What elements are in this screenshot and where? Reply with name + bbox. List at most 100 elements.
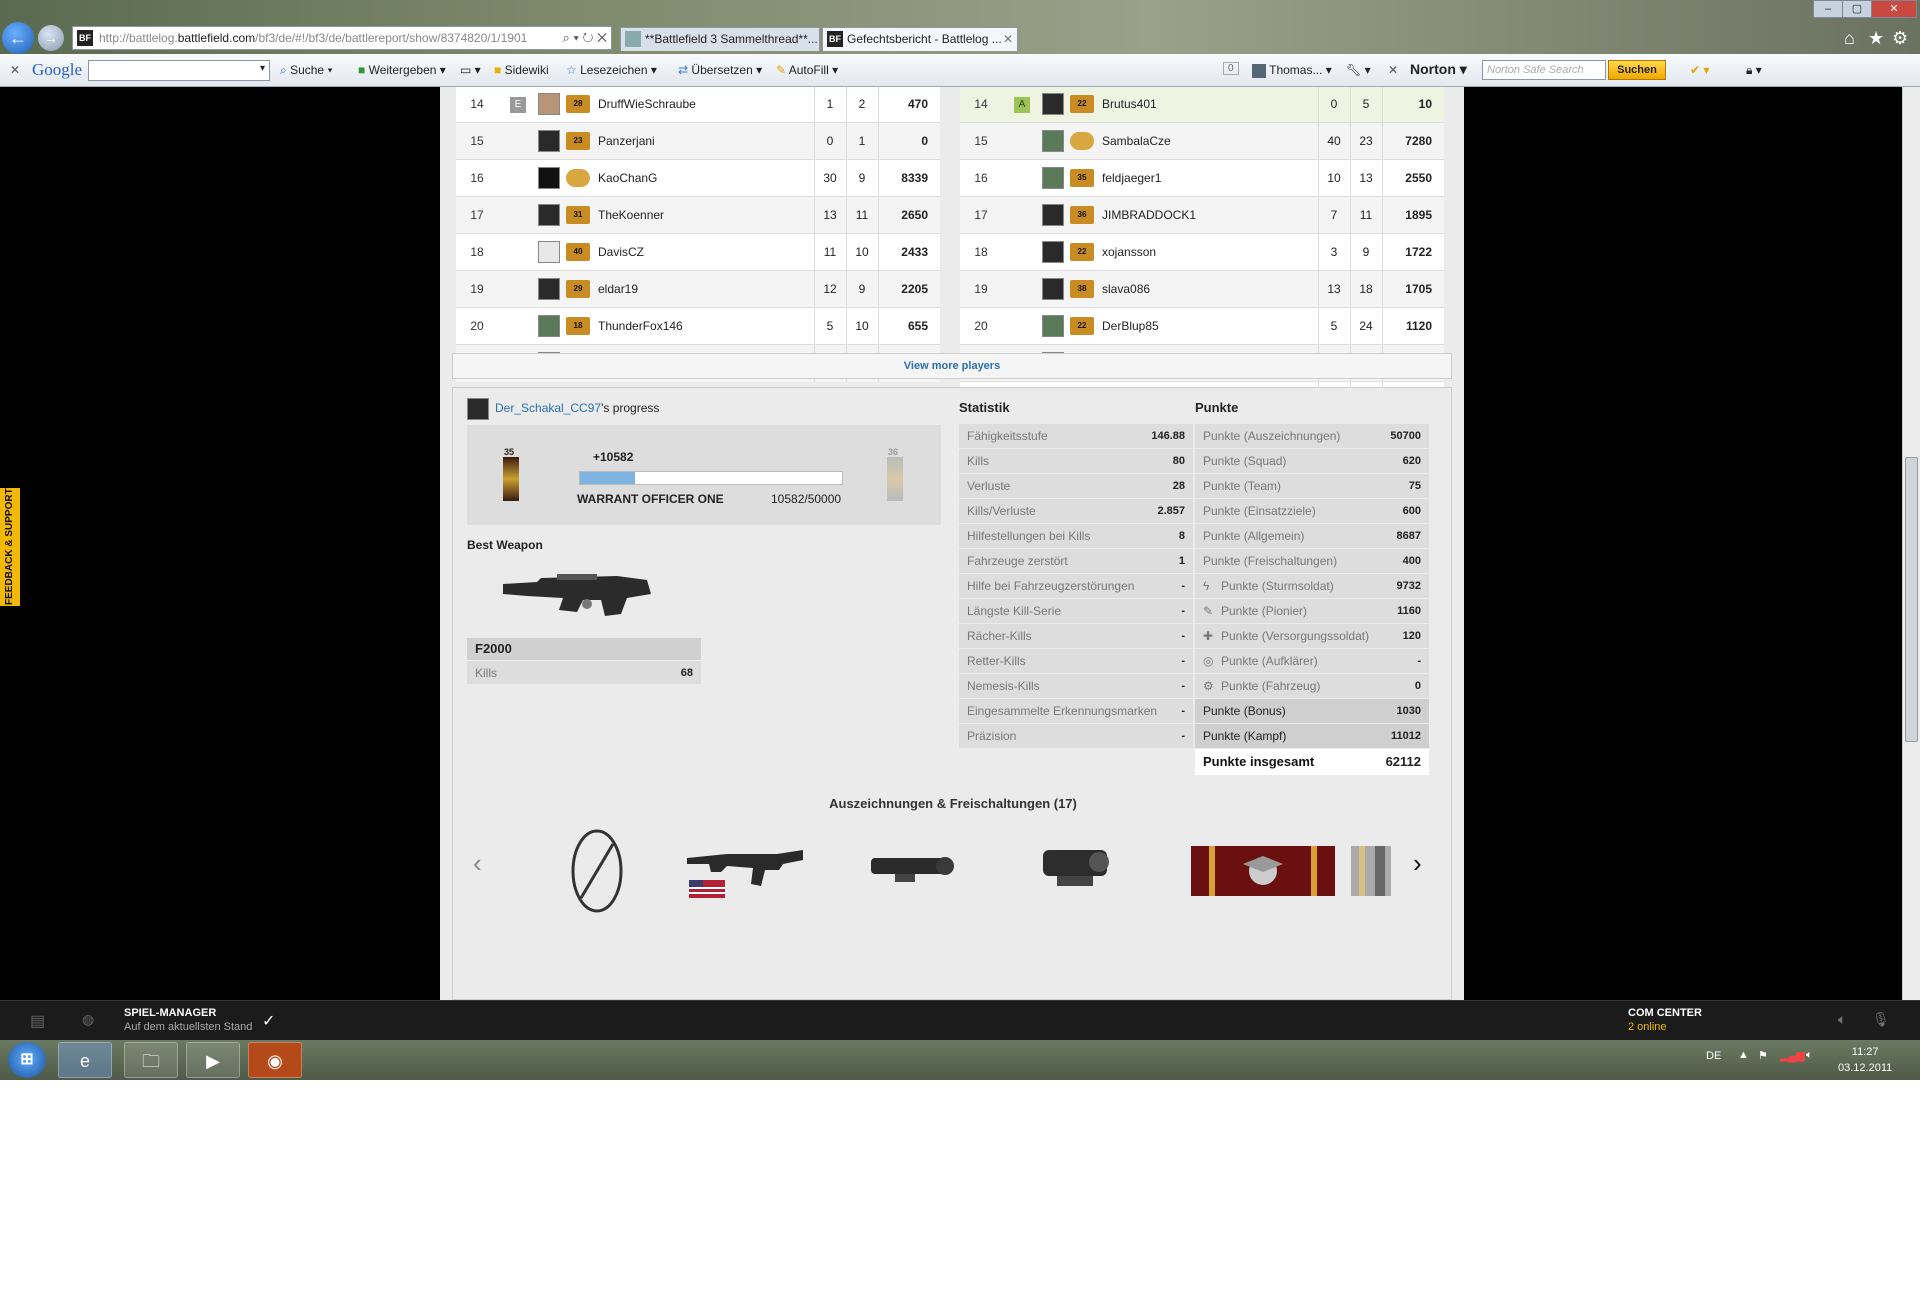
player-name-link[interactable]: Der_Schakal_CC97 [495,401,601,415]
player-score: 470 [877,87,940,123]
player-score: 2650 [877,196,940,234]
gamebar-globe-icon[interactable]: ◍ [82,1011,94,1028]
suchen-button[interactable]: Suchen [1608,60,1666,80]
sidewiki-button[interactable]: ■ Sidewiki [494,63,549,77]
player-name[interactable]: slava086 [1100,270,1318,308]
player-name[interactable]: ThunderFox146 [596,307,814,345]
tray-flag-icon[interactable]: ⚑ [1758,1049,1768,1062]
keyboard-button[interactable]: ▭ ▾ [460,63,481,77]
player-row[interactable]: 16 KaoChanG 30 9 8339 [456,159,940,197]
player-name[interactable]: KaoChanG [596,159,814,197]
com-center-title[interactable]: COM CENTER [1628,1007,1702,1019]
check-icon[interactable]: ✔ ▾ [1690,63,1709,77]
wrench-icon[interactable]: 🔧︎ ▾ [1346,63,1371,77]
home-icon[interactable]: ⌂ [1844,28,1855,49]
language-indicator[interactable]: DE [1706,1050,1721,1062]
ribbon-award-icon[interactable] [1191,846,1335,896]
gear-icon[interactable]: ⚙ [1892,28,1908,49]
player-row[interactable]: 17 36 JIMBRADDOCK1 7 11 1895 [960,196,1444,234]
tab-close-icon[interactable]: ✕ [1003,28,1013,50]
tab-favicon: BF [827,31,843,47]
minimize-button[interactable]: – [1813,0,1843,18]
close-toolbar-icon[interactable]: ✕ [10,63,20,77]
tab-sammelthread[interactable]: **Battlefield 3 Sammelthread**... [620,27,820,51]
squad-badge: E [498,87,538,123]
back-button[interactable]: ← [2,22,34,54]
user-menu[interactable]: Thomas... ▾ [1252,63,1332,78]
tray-expand-icon[interactable]: ▲ [1738,1049,1749,1061]
player-kills: 12 [813,270,846,308]
player-name[interactable]: SambalaCze [1100,122,1318,160]
weitergeben-button[interactable]: ■ Weitergeben ▾ [358,63,446,77]
player-row[interactable]: 16 35 feldjaeger1 10 13 2550 [960,159,1444,197]
autofill-button[interactable]: ✎ AutoFill ▾ [776,63,838,77]
maximize-button[interactable]: ▢ [1842,0,1872,18]
start-button[interactable]: ⊞ [8,1042,46,1078]
player-name[interactable]: Panzerjani [596,122,814,160]
tray-volume-icon[interactable]: 🔈︎ [1806,1049,1813,1062]
player-row[interactable]: 20 22 DerBlup85 5 24 1120 [960,307,1444,345]
player-name[interactable]: JIMBRADDOCK1 [1100,196,1318,234]
tab-gefechtsbericht[interactable]: BF Gefechtsbericht - Battlelog ... ✕ [822,27,1018,51]
address-bar[interactable]: BF http://battlelog.battlefield.com/bf3/… [72,26,612,50]
lesezeichen-button[interactable]: ☆ Lesezeichen ▾ [566,63,657,77]
player-deaths: 1 [845,122,878,160]
suche-button[interactable]: ⌕ Suche ▾ [280,63,332,78]
player-name[interactable]: feldjaeger1 [1100,159,1318,197]
weitergeben-label: Weitergeben ▾ [368,63,446,77]
punkte-kampf-label: Punkte (Kampf) [1203,729,1287,743]
player-name[interactable]: DavisCZ [596,233,814,271]
ak-rifle-unlock-icon[interactable] [687,840,803,900]
player-row[interactable]: 18 22 xojansson 3 9 1722 [960,233,1444,271]
player-row[interactable]: 20 18 ThunderFox146 5 10 655 [456,307,940,345]
taskbar-explorer-icon[interactable]: 🗀︎ [124,1042,178,1078]
player-row[interactable]: 15 23 Panzerjani 0 1 0 [456,122,940,160]
norton-search-input[interactable]: Norton Safe Search [1482,60,1606,80]
scope-unlock-icon[interactable] [865,848,955,888]
player-score: 10 [1381,87,1444,123]
player-name[interactable]: Brutus401 [1100,87,1318,123]
taskbar-clock[interactable]: 11:27 03.12.2011 [1838,1044,1892,1076]
norton-menu[interactable]: Norton ▾ [1410,61,1467,78]
speaker-icon[interactable]: 🔈︎ [1838,1011,1846,1028]
ribbon-award-partial-icon[interactable] [1351,846,1391,896]
url-search-refresh-close-icons[interactable]: ⌕ ▾ ↻ ✕ [563,27,607,49]
player-row[interactable]: 14 E 28 DruffWieSchraube 1 2 470 [456,87,940,123]
player-row[interactable]: 15 SambalaCze 40 23 7280 [960,122,1444,160]
view-more-players-button[interactable]: View more players [452,353,1452,379]
player-row[interactable]: 19 29 eldar19 12 9 2205 [456,270,940,308]
rank-insignia-icon: 18 [566,317,590,335]
award-empty-slot-icon[interactable] [569,828,625,914]
spiel-manager-title[interactable]: SPIEL-MANAGER [124,1007,216,1019]
player-name[interactable]: eldar19 [596,270,814,308]
uebersetzen-button[interactable]: ⇄ Übersetzen ▾ [678,63,762,77]
punkte-kampf-row: Punkte (Kampf) 11012 [1195,724,1429,748]
player-row[interactable]: 19 38 slava086 13 18 1705 [960,270,1444,308]
sight-unlock-icon[interactable] [1037,840,1113,890]
awards-next-arrow-icon[interactable]: › [1413,848,1422,879]
player-row[interactable]: 14 A 22 Brutus401 0 5 10 [960,87,1444,123]
player-name[interactable]: DruffWieSchraube [596,87,814,123]
favorites-star-icon[interactable]: ★ [1868,28,1884,49]
player-name[interactable]: TheKoenner [596,196,814,234]
player-row[interactable]: 17 31 TheKoenner 13 11 2650 [456,196,940,234]
punkte-row: ✎ Punkte (Pionier) 1160 [1195,599,1429,623]
player-row[interactable]: 18 40 DavisCZ 11 10 2433 [456,233,940,271]
player-name[interactable]: xojansson [1100,233,1318,271]
awards-prev-arrow-icon[interactable]: ‹ [473,848,482,879]
forward-button[interactable]: → [38,25,64,51]
taskbar-ie-icon[interactable]: e [58,1042,112,1078]
taskbar-mediaplayer-icon[interactable]: ▶ [186,1042,240,1078]
page-scrollbar[interactable] [1902,87,1920,1000]
microphone-icon[interactable]: 🎙︎ [1872,1011,1890,1028]
google-search-input[interactable] [88,60,270,81]
tray-network-icon[interactable]: ▂▄▆ [1780,1049,1805,1062]
lock-icon[interactable]: 🔒︎ ▾ [1746,63,1762,78]
gamebar-list-icon[interactable]: ▤ [30,1011,45,1031]
close-window-button[interactable]: ✕ [1871,0,1917,18]
scrollbar-thumb[interactable] [1905,457,1918,742]
close-norton-icon[interactable]: ✕ [1388,63,1398,77]
feedback-support-tab[interactable]: FEEDBACK & SUPPORT [0,488,20,606]
taskbar-origin-icon[interactable]: ◉ [248,1042,302,1078]
player-name[interactable]: DerBlup85 [1100,307,1318,345]
